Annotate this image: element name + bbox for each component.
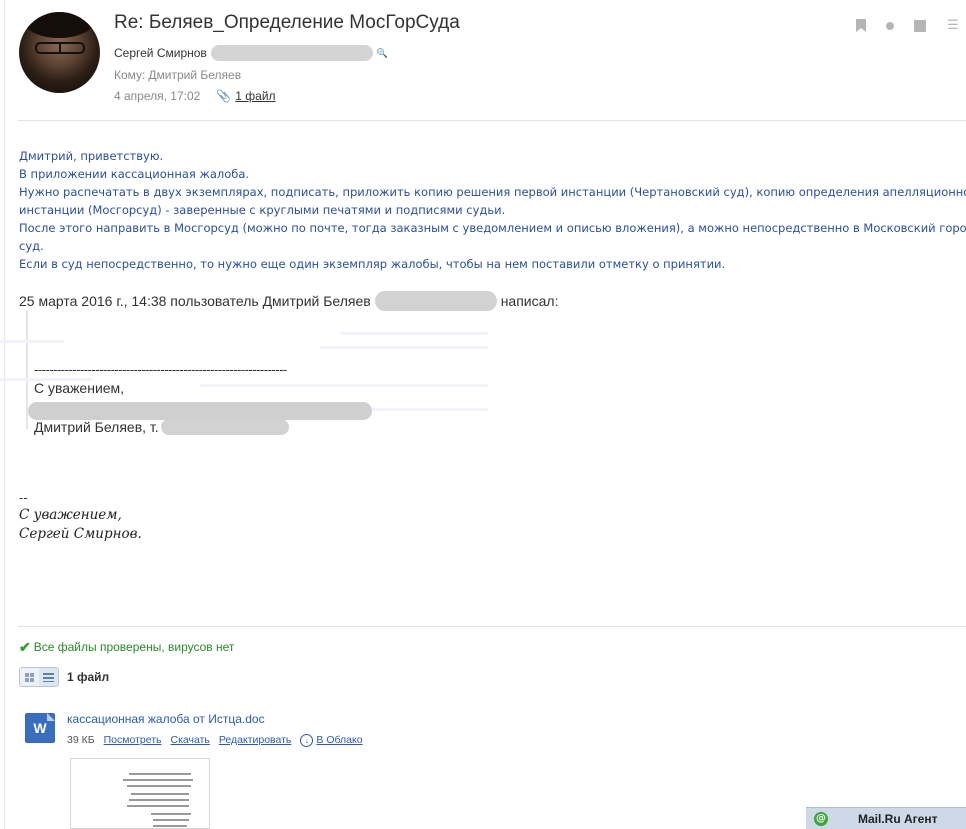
- faint-artifact: [340, 332, 488, 335]
- message-toolbar: ☰: [856, 18, 960, 33]
- thumb-line: [153, 819, 189, 821]
- faint-artifact: [372, 408, 488, 411]
- word-document-icon[interactable]: W: [25, 713, 55, 743]
- message-date: 4 апреля, 17:02: [114, 89, 201, 103]
- sender-row: Сергей Смирнов 🔍: [114, 45, 388, 61]
- view-toggle: [19, 667, 59, 687]
- avatar[interactable]: [19, 12, 100, 93]
- signature-line: Сергей Смирнов.: [19, 526, 142, 542]
- thumb-line: [127, 805, 189, 807]
- body-line: В приложении кассационная жалоба.: [19, 167, 250, 181]
- body-line: инстанции (Мосгорсуд) - заверенные с кру…: [19, 203, 506, 217]
- edit-link[interactable]: Редактировать: [219, 734, 292, 746]
- thumb-line: [129, 799, 189, 801]
- header-divider: [18, 120, 966, 121]
- signature-line: С уважением,: [19, 507, 122, 523]
- save-to-cloud-button[interactable]: ↓ В Облако: [300, 733, 363, 747]
- mailru-agent-bar[interactable]: @ Mail.Ru Агент: [806, 807, 966, 829]
- quote-header: 25 марта 2016 г., 14:38 пользователь Дми…: [19, 291, 558, 311]
- avatar-hair: [24, 12, 94, 38]
- list-icon: [43, 672, 54, 682]
- left-border: [4, 0, 5, 829]
- thumb-line: [153, 825, 187, 827]
- grid-icon: [25, 672, 34, 682]
- body-line: Дмитрий, приветствую.: [19, 149, 164, 163]
- agent-label: Mail.Ru Агент: [858, 811, 938, 826]
- paperclip-icon: 📎: [216, 89, 232, 103]
- body-line: После этого направить в Мосгорсуд (можно…: [19, 221, 966, 235]
- message-subject: Re: Беляев_Определение МосГорСуда: [114, 12, 460, 33]
- checkmark-icon: ✔: [19, 638, 31, 655]
- list-view-button[interactable]: [39, 668, 58, 686]
- date-row: 4 апреля, 17:02 📎 1 файл: [114, 89, 276, 103]
- thumb-line: [129, 773, 191, 775]
- file-type-letter: W: [33, 720, 47, 736]
- body-line: Нужно распечатать в двух экземплярах, по…: [19, 185, 966, 199]
- faint-artifact: [0, 340, 64, 343]
- signature-dash: --: [19, 490, 28, 505]
- recipient-row: Кому: Дмитрий Беляев: [114, 68, 241, 82]
- recipient-name[interactable]: Дмитрий Беляев: [148, 68, 241, 82]
- quote-sign-name: Дмитрий Беляев, т.: [34, 419, 159, 435]
- redacted-sender-email: [210, 45, 373, 61]
- attachment-file-name[interactable]: кассационная жалоба от Истца.doc: [67, 712, 265, 726]
- attachments-link[interactable]: 1 файл: [235, 89, 275, 103]
- document-preview-thumbnail[interactable]: [70, 758, 210, 829]
- quote-header-prefix: 25 марта 2016 г., 14:38 пользователь Дми…: [19, 293, 371, 309]
- file-size: 39 КБ: [67, 734, 95, 746]
- sender-name[interactable]: Сергей Смирнов: [114, 46, 207, 60]
- thumb-line: [127, 785, 191, 787]
- quote-dashes: ----------------------------------------…: [34, 362, 287, 377]
- attachment-actions: 39 КБ Посмотреть Скачать Редактировать ↓…: [67, 733, 363, 747]
- body-line: суд.: [19, 239, 44, 253]
- attachments-count: 1 файл: [67, 670, 110, 684]
- thumb-line: [131, 793, 189, 795]
- menu-icon[interactable]: ☰: [946, 18, 960, 33]
- download-link[interactable]: Скачать: [171, 734, 210, 746]
- virus-status: ✔ Все файлы проверены, вирусов нет: [19, 639, 234, 655]
- avatar-glasses: [35, 42, 85, 54]
- virus-status-text: Все файлы проверены, вирусов нет: [33, 640, 235, 654]
- thumb-line: [151, 813, 191, 815]
- grid-view-button[interactable]: [20, 668, 39, 686]
- view-link[interactable]: Посмотреть: [104, 734, 162, 746]
- cloud-link[interactable]: В Облако: [316, 734, 362, 746]
- calendar-icon[interactable]: [914, 19, 926, 32]
- to-label: Кому:: [114, 68, 146, 82]
- agent-status-icon: @: [814, 811, 828, 826]
- body-line: Если в суд непосредственно, то нужно еще…: [19, 257, 726, 271]
- quote-regards: С уважением,: [34, 380, 125, 396]
- cloud-download-icon: ↓: [300, 733, 314, 747]
- attachments-divider: [18, 626, 966, 627]
- message-body: Дмитрий, приветствую. В приложении касса…: [19, 147, 966, 273]
- unread-dot-icon[interactable]: [886, 21, 894, 30]
- bookmark-icon[interactable]: [856, 19, 866, 32]
- faint-artifact: [200, 384, 488, 387]
- thumb-line: [123, 779, 193, 781]
- faint-artifact: [320, 346, 488, 349]
- signature: С уважением, Сергей Смирнов.: [19, 506, 142, 544]
- quote-header-suffix: написал:: [500, 293, 559, 309]
- search-icon[interactable]: 🔍: [377, 48, 388, 59]
- quote-signature: Дмитрий Беляев, т.: [34, 417, 289, 437]
- redacted-phone: [160, 419, 289, 435]
- redacted-quote-email: [374, 291, 497, 311]
